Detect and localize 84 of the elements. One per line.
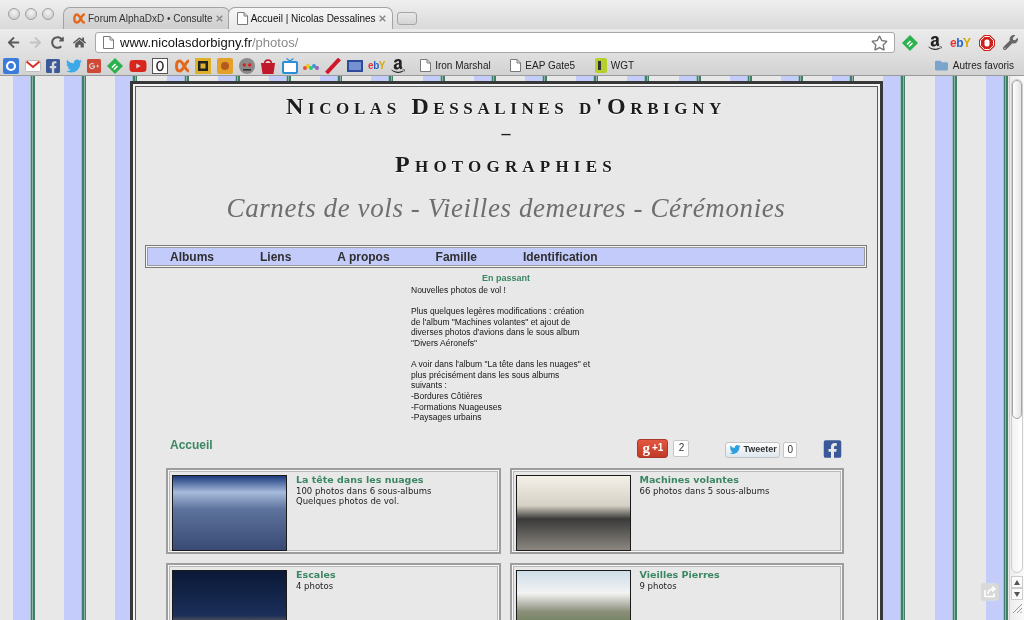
diamond-icon[interactable] [902,34,918,51]
breadcrumb-link[interactable]: Accueil [170,438,213,452]
box-icon[interactable] [346,59,363,72]
bookmark-folder-link[interactable]: Autres favoris [929,56,1018,75]
news-paragraph: Plus quelques legères modifications : création de l'album "Machines volantes" et ajout de diverses photos d'avions dans le sous album "Divers Aéronefs" [411,306,585,349]
share-count: 2 [673,439,690,457]
nav-link[interactable]: Albums [170,249,214,264]
album-card[interactable]: Machines volantes 66 photos dans 5 sous-albums [509,467,844,554]
arrow-right-icon [28,36,42,49]
tab-title: Accueil | Nicolas Dessalines [250,12,376,25]
album-photo-count: 9 photos [639,580,677,591]
nav-link[interactable]: Famille [435,249,477,264]
album-card[interactable]: Escales 4 photos [166,562,501,620]
bookmark-link[interactable]: EAP Gate5 [506,56,580,75]
tweet-button[interactable]: Tweeter [725,441,781,458]
browser-tab[interactable]: Forum AlphaDxD • Consulte [63,7,230,29]
album-photo-count: 100 photos dans 6 sous-albums [296,485,432,496]
bookmark-link[interactable]: Iron Marshal [416,56,495,75]
window-minimize-button[interactable] [25,8,37,20]
address-field[interactable]: www.nicolasdorbigny.fr/photos/ [95,32,895,53]
album-title-link[interactable]: Vieilles Pierres [639,568,720,581]
scroll-thumb[interactable] [1012,80,1022,419]
amazon-logo-icon[interactable] [390,57,405,74]
close-icon[interactable] [215,15,223,22]
tile-icon[interactable] [195,57,212,74]
page-icon [510,59,522,72]
page-icon [103,36,114,49]
album-title-link[interactable]: Escales [296,568,336,581]
album-card[interactable]: La tête dans les nuages 100 photos dans 6 sous-albums Quelques photos de vol. [166,467,501,554]
robot-icon[interactable] [238,57,255,74]
title-separator: – [501,123,511,143]
bird-icon [729,444,742,456]
page-icon [236,12,248,25]
facebook-icon[interactable] [823,438,842,459]
nav-link[interactable]: A propos [337,249,390,264]
scroll-down-button[interactable] [1011,588,1023,600]
tab-title: Forum AlphaDxD • Consulte [88,12,213,25]
triangle-up-icon [1014,579,1020,585]
resize-grip-icon[interactable] [1012,603,1022,613]
folder-icon [933,59,949,72]
reload-icon [50,36,64,49]
news-paragraph: A voir dans l'album "La tête dans les nuages" et plus précisément dans les sous albums suivants : -Bordures Côtières -Formations Nuageuses -Paysages urbains [411,359,592,423]
site-tagline: Carnets de vols - Vieilles demeures - Cérémonies [226,192,786,225]
stop-sign-icon[interactable] [978,34,995,51]
bookmark-link[interactable]: WGT [590,56,639,75]
album-photo-count: 66 photos dans 5 sous-albums [639,485,770,496]
facebook-icon[interactable] [46,57,61,74]
triangle-down-icon [1014,591,1020,597]
tv-icon[interactable] [281,57,298,74]
photo-placeholder[interactable] [172,474,287,551]
nav-link[interactable]: Identification [522,249,598,264]
slash-icon[interactable] [324,57,341,74]
google-plus-icon[interactable] [87,57,102,74]
share-count: 0 [783,441,797,458]
scroll-up-button[interactable] [1011,576,1023,588]
star-icon[interactable] [871,34,888,51]
news-heading: En passant [481,273,531,284]
diamond-icon[interactable] [106,57,123,74]
album-card[interactable]: Vieilles Pierres 9 photos [509,562,844,620]
photo-placeholder[interactable] [515,474,631,551]
nav-link[interactable]: Liens [260,249,292,264]
ring-square-icon[interactable] [152,57,169,74]
bag-icon[interactable] [260,57,277,74]
album-title-link[interactable]: Machines volantes [639,473,739,486]
album-description: Quelques photos de vol. [296,495,400,506]
news-paragraph: Nouvelles photos de vol ! [411,285,507,296]
ring-tile-icon[interactable] [3,57,19,74]
plus-one-button[interactable]: g+1 [637,438,669,458]
video-play-icon[interactable] [128,57,147,74]
envelope-icon[interactable] [24,59,41,72]
amazon-logo-icon[interactable] [928,34,942,51]
tag-icon [594,58,607,73]
arrow-left-icon [6,36,20,49]
browser-tab[interactable]: Accueil | Nicolas Dessalines [227,7,393,29]
home-icon [72,36,86,49]
album-title-link[interactable]: La tête dans les nuages [296,473,424,486]
close-icon[interactable] [378,15,386,22]
window-close-button[interactable] [8,8,20,20]
loop-logo-icon [72,13,85,24]
wrench-icon[interactable] [1002,35,1018,50]
site-subtitle: Photographies [394,151,618,177]
site-title: Nicolas Dessalines d'Orbigny [285,93,727,119]
page-icon [420,59,432,72]
album-photo-count: 4 photos [296,580,334,591]
